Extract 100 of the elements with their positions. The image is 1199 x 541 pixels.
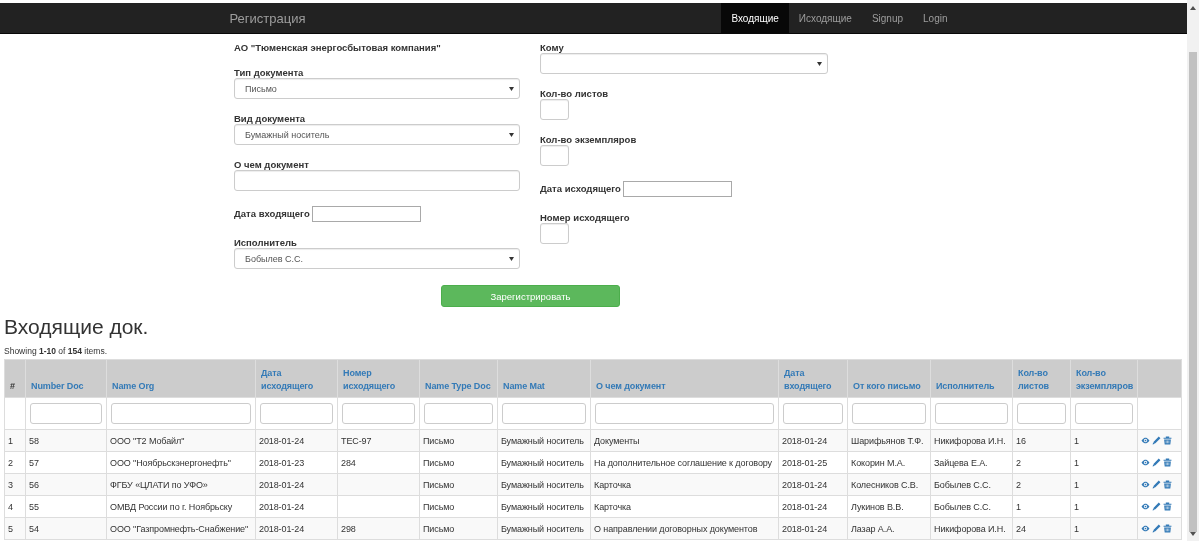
trash-icon[interactable]: [1163, 524, 1172, 533]
eye-icon[interactable]: [1141, 458, 1150, 467]
select-field[interactable]: [540, 53, 828, 74]
filter-field[interactable]: [111, 403, 251, 424]
table-cell: 2018-01-24: [778, 495, 848, 518]
select-field[interactable]: Бумажный носитель: [234, 124, 520, 145]
select-field[interactable]: Письмо: [234, 78, 520, 99]
eye-icon[interactable]: [1141, 480, 1150, 489]
brand-title[interactable]: Регистрация: [229, 3, 306, 33]
column-header[interactable]: Исполнитель: [930, 359, 1013, 398]
column-header[interactable]: От кого письмо: [847, 359, 931, 398]
table-cell: На дополнительное соглашение к договору: [590, 451, 779, 474]
column-header[interactable]: Name Type Doc: [419, 359, 498, 398]
column-header[interactable]: Number Doc: [25, 359, 107, 398]
table-cell: 1: [1012, 495, 1071, 518]
table-cell: Карточка: [590, 473, 779, 496]
organization-name: АО "Тюменская энергосбытовая компания": [234, 43, 442, 53]
nav-link[interactable]: Исходящие: [788, 3, 862, 33]
trash-icon[interactable]: [1163, 436, 1172, 445]
filter-field[interactable]: [935, 403, 1008, 424]
filter-field[interactable]: [852, 403, 926, 424]
nav-link[interactable]: Login: [913, 3, 958, 33]
table-cell: ООО "Т2 Мобайл": [106, 429, 256, 452]
table-cell: Лукинов В.В.: [847, 495, 931, 518]
input-field[interactable]: [234, 170, 520, 191]
table-cell: Никифорова И.Н.: [930, 517, 1013, 540]
caret-icon: [509, 132, 514, 137]
trash-icon[interactable]: [1163, 502, 1172, 511]
filter-field[interactable]: [502, 403, 586, 424]
table-cell: О направлении договорных документов: [590, 517, 779, 540]
field-label: Кому: [540, 43, 565, 53]
input-field[interactable]: [540, 223, 569, 244]
filter-field[interactable]: [342, 403, 415, 424]
register-button[interactable]: Зарегистрировать: [441, 285, 620, 307]
table-cell: Документы: [590, 429, 779, 452]
table-cell: ОМВД России по г. Ноябрьску: [106, 495, 256, 518]
table-cell: 57: [25, 451, 107, 474]
field-label: Дата исходящего: [540, 184, 621, 194]
filter-field[interactable]: [595, 403, 774, 424]
pencil-icon[interactable]: [1152, 458, 1161, 467]
filter-field[interactable]: [30, 403, 102, 424]
table-cell: Бумажный носитель: [497, 495, 591, 518]
field-label: Дата входящего: [234, 209, 310, 219]
field-label: Номер исходящего: [540, 213, 631, 223]
table-cell: 1: [1070, 429, 1138, 452]
date-field[interactable]: [311, 206, 421, 222]
scrollbar[interactable]: [1187, 0, 1199, 541]
field-label: Кол-во экземпляров: [540, 135, 638, 145]
field-label: Кол-во листов: [540, 89, 610, 99]
pencil-icon[interactable]: [1152, 480, 1161, 489]
table-cell: 5: [4, 517, 26, 540]
eye-icon[interactable]: [1141, 502, 1150, 511]
table-cell: 2018-01-24: [255, 495, 338, 518]
table-cell: Бумажный носитель: [497, 429, 591, 452]
filter-field[interactable]: [424, 403, 493, 424]
table-cell: 284: [337, 451, 420, 474]
column-header[interactable]: Дата входящего: [778, 359, 848, 398]
column-header[interactable]: Дата исходящего: [255, 359, 338, 398]
table-cell: 1: [1070, 517, 1138, 540]
column-header[interactable]: Кол-во листов: [1012, 359, 1071, 398]
table-cell: 2: [1012, 451, 1071, 474]
page-heading: Входящие док.: [4, 315, 150, 339]
summary-text: Showing 1-10 of 154 items.: [4, 346, 108, 356]
pencil-icon[interactable]: [1152, 436, 1161, 445]
table-cell: 2018-01-24: [778, 517, 848, 540]
caret-icon: [817, 61, 822, 66]
field-label: Вид документа: [234, 114, 307, 124]
column-header[interactable]: Кол-во экземпляров: [1070, 359, 1138, 398]
trash-icon[interactable]: [1163, 480, 1172, 489]
table-cell: 3: [4, 473, 26, 496]
filter-field[interactable]: [260, 403, 333, 424]
nav-link[interactable]: Входящие: [721, 3, 789, 33]
field-label: О чем документ: [234, 160, 310, 170]
column-header: #: [4, 359, 26, 398]
table-cell: 2018-01-24: [255, 429, 338, 452]
pencil-icon[interactable]: [1152, 524, 1161, 533]
select-field[interactable]: Бобылев С.С.: [234, 248, 520, 269]
eye-icon[interactable]: [1141, 436, 1150, 445]
table-cell: Письмо: [419, 451, 498, 474]
filter-field[interactable]: [783, 403, 843, 424]
eye-icon[interactable]: [1141, 524, 1150, 533]
nav-link[interactable]: Signup: [861, 3, 914, 33]
table-cell: Письмо: [419, 429, 498, 452]
input-field[interactable]: [540, 99, 569, 120]
table-cell: Шарифьянов Т.Ф.: [847, 429, 931, 452]
filter-field[interactable]: [1017, 403, 1066, 424]
table-cell: 1: [1070, 451, 1138, 474]
trash-icon[interactable]: [1163, 458, 1172, 467]
filter-field[interactable]: [1075, 403, 1133, 424]
table-cell: Письмо: [419, 495, 498, 518]
column-header[interactable]: Name Org: [106, 359, 256, 398]
table-cell: 2018-01-25: [778, 451, 848, 474]
table-cell: Бумажный носитель: [497, 517, 591, 540]
table-cell: Бобылев С.С.: [930, 473, 1013, 496]
pencil-icon[interactable]: [1152, 502, 1161, 511]
column-header[interactable]: Name Mat: [497, 359, 591, 398]
date-field[interactable]: [622, 181, 732, 197]
column-header[interactable]: Номер исходящего: [337, 359, 420, 398]
input-field[interactable]: [540, 145, 569, 166]
column-header[interactable]: О чем документ: [590, 359, 779, 398]
